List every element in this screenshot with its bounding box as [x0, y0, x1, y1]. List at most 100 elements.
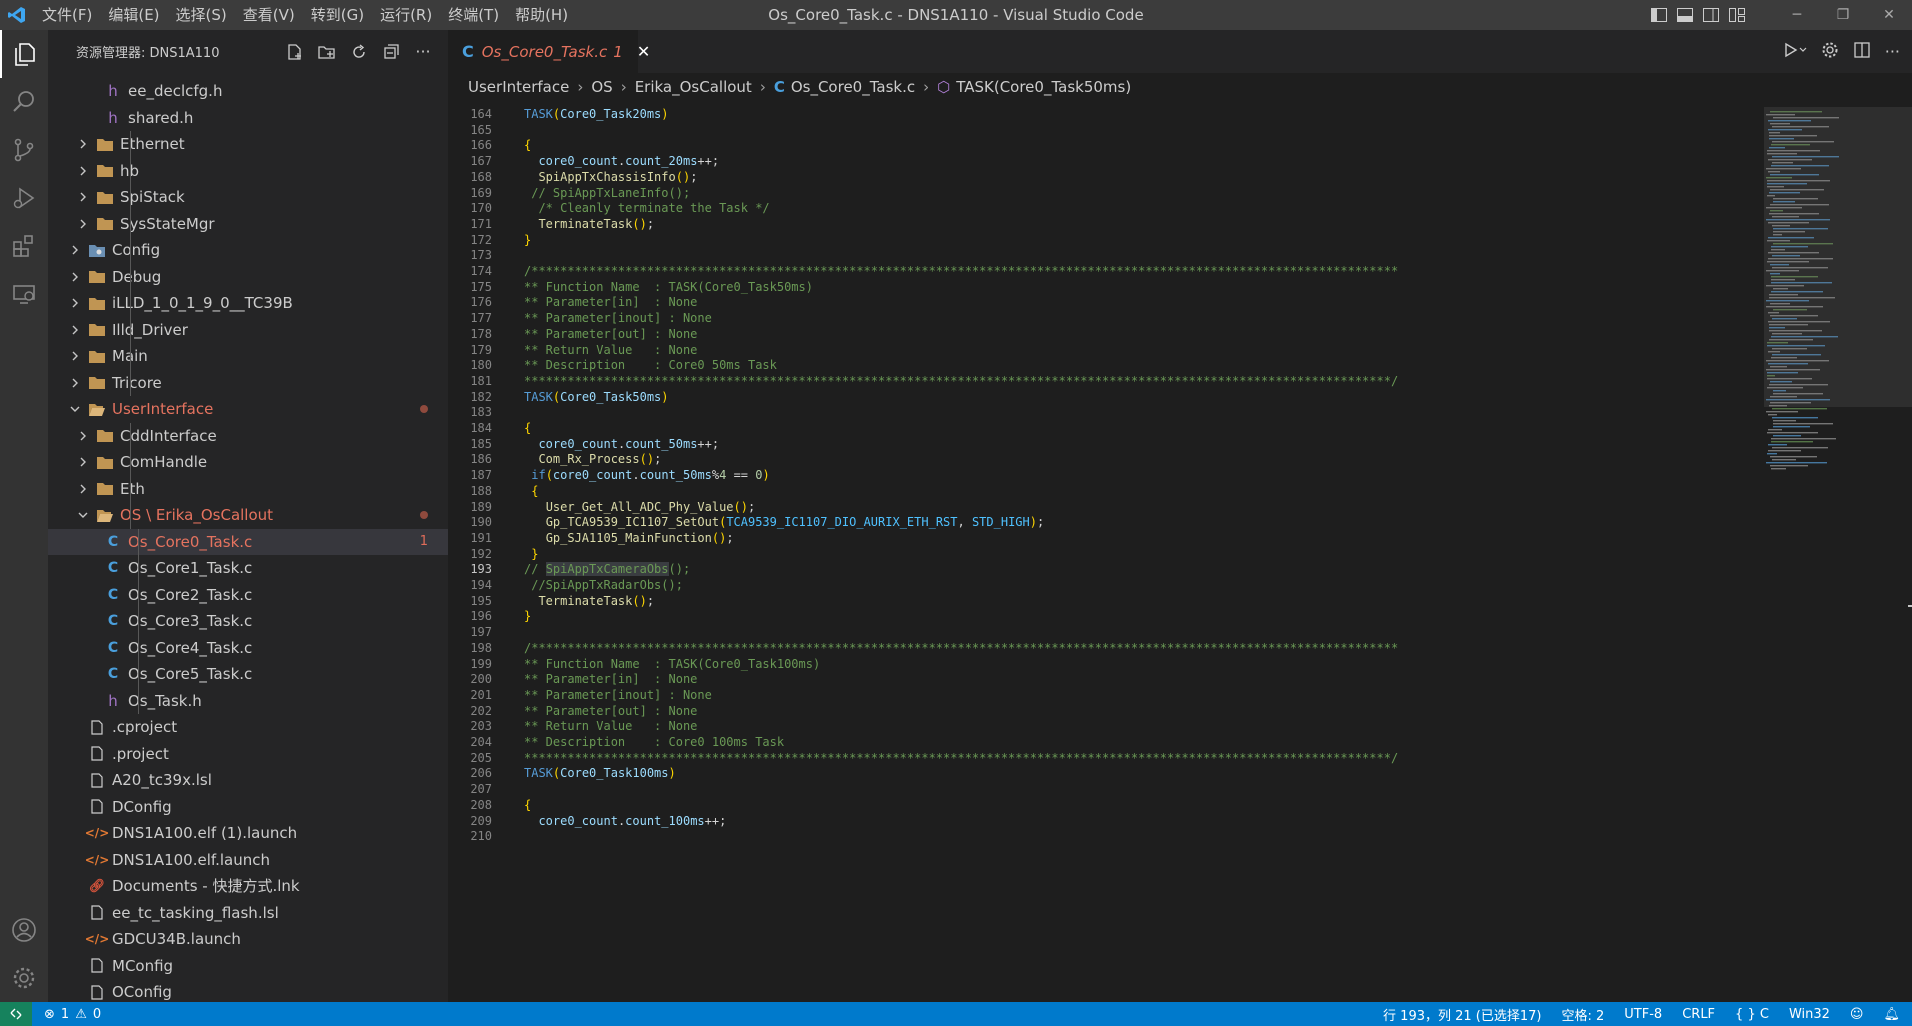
tree-item[interactable]: Illd_Driver	[48, 317, 448, 344]
code-line[interactable]: 167 core0_count.count_20ms++;	[448, 154, 1764, 170]
menu-run[interactable]: 运行(R)	[372, 0, 440, 30]
chevron-right-icon[interactable]	[76, 137, 90, 151]
code-line[interactable]: 169 // SpiAppTxLaneInfo();	[448, 186, 1764, 202]
code-line[interactable]: 168 SpiAppTxChassisInfo();	[448, 170, 1764, 186]
chevron-right-icon[interactable]	[68, 296, 82, 310]
code-line[interactable]: 202 ** Parameter[out] : None	[448, 704, 1764, 720]
tree-item[interactable]: .project	[48, 741, 448, 768]
account-icon[interactable]	[0, 906, 48, 954]
code-line[interactable]: 173	[448, 248, 1764, 264]
code-line[interactable]: 183	[448, 405, 1764, 421]
code-line[interactable]: 201 ** Parameter[inout] : None	[448, 688, 1764, 704]
code-line[interactable]: 185 core0_count.count_50ms++;	[448, 437, 1764, 453]
toggle-primary-sidebar-icon[interactable]	[1646, 0, 1672, 30]
tree-item[interactable]: C Os_Core3_Task.c	[48, 608, 448, 635]
code-line[interactable]: 203 ** Return Value : None	[448, 719, 1764, 735]
code-line[interactable]: 190 Gp_TCA9539_IC1107_SetOut(TCA9539_IC1…	[448, 515, 1764, 531]
menu-edit[interactable]: 编辑(E)	[100, 0, 167, 30]
code-line[interactable]: 205 *************************************…	[448, 751, 1764, 767]
minimize-icon[interactable]: ─	[1774, 0, 1820, 30]
tree-item[interactable]: .cproject	[48, 714, 448, 741]
tree-item[interactable]: CddInterface	[48, 423, 448, 450]
tree-item[interactable]: hb	[48, 158, 448, 185]
menu-go[interactable]: 转到(G)	[303, 0, 372, 30]
encoding[interactable]: UTF-8	[1624, 1007, 1662, 1022]
toggle-secondary-sidebar-icon[interactable]	[1698, 0, 1724, 30]
chevron-right-icon[interactable]	[76, 482, 90, 496]
code-line[interactable]: 170 /* Cleanly terminate the Task */	[448, 201, 1764, 217]
code-line[interactable]: 164 TASK(Core0_Task20ms)	[448, 107, 1764, 123]
chevron-right-icon[interactable]	[68, 243, 82, 257]
warning-icon[interactable]: ⚠	[75, 1007, 87, 1022]
close-tab-icon[interactable]: ✕	[637, 42, 650, 61]
language-mode[interactable]: { } C	[1735, 1007, 1769, 1022]
customize-layout-icon[interactable]	[1724, 0, 1750, 30]
tree-item[interactable]: DConfig	[48, 794, 448, 821]
explorer-icon[interactable]	[0, 30, 48, 78]
error-icon[interactable]: ⊗	[44, 1007, 55, 1022]
code-line[interactable]: 193 // SpiAppTxCameraObs();	[448, 562, 1764, 578]
chevron-right-icon[interactable]	[68, 323, 82, 337]
error-count[interactable]: 1	[61, 1007, 69, 1022]
tree-item[interactable]: Eth	[48, 476, 448, 503]
code-line[interactable]: 176 ** Parameter[in] : None	[448, 295, 1764, 311]
breadcrumb-symbol[interactable]: TASK(Core0_Task50ms)	[956, 78, 1131, 96]
warning-count[interactable]: 0	[93, 1007, 101, 1022]
refresh-icon[interactable]	[348, 41, 370, 63]
chevron-right-icon[interactable]	[76, 190, 90, 204]
breadcrumb-file[interactable]: Os_Core0_Task.c	[791, 78, 915, 96]
code-line[interactable]: 165	[448, 123, 1764, 139]
code-line[interactable]: 210	[448, 829, 1764, 845]
code-line[interactable]: 187 if(core0_count.count_50ms%4 == 0)	[448, 468, 1764, 484]
feedback-icon[interactable]: ☺	[1850, 1007, 1864, 1022]
chevron-down-icon[interactable]	[76, 508, 90, 522]
code-line[interactable]: 180 ** Description : Core0 50ms Task	[448, 358, 1764, 374]
menu-selection[interactable]: 选择(S)	[168, 0, 235, 30]
code-line[interactable]: 166 {	[448, 138, 1764, 154]
chevron-right-icon[interactable]	[76, 164, 90, 178]
tree-item[interactable]: Ethernet	[48, 131, 448, 158]
chevron-right-icon[interactable]	[68, 349, 82, 363]
code-line[interactable]: 172}	[448, 233, 1764, 249]
tree-item[interactable]: h Os_Task.h	[48, 688, 448, 715]
code-line[interactable]: 208 {	[448, 798, 1764, 814]
tree-item[interactable]: UserInterface	[48, 396, 448, 423]
menu-file[interactable]: 文件(F)	[34, 0, 100, 30]
run-code-icon[interactable]	[1783, 41, 1807, 63]
code-line[interactable]: 186 Com_Rx_Process();	[448, 452, 1764, 468]
tree-item[interactable]: Tricore	[48, 370, 448, 397]
tree-item[interactable]: Main	[48, 343, 448, 370]
code-line[interactable]: 195 TerminateTask();	[448, 594, 1764, 610]
close-window-icon[interactable]: ✕	[1866, 0, 1912, 30]
code-line[interactable]: 196}	[448, 609, 1764, 625]
breadcrumb-item[interactable]: UserInterface	[468, 78, 569, 96]
tree-item[interactable]: iLLD_1_0_1_9_0__TC39B	[48, 290, 448, 317]
code-line[interactable]: 204 ** Description : Core0 100ms Task	[448, 735, 1764, 751]
cursor-position[interactable]: 行 193，列 21 (已选择17)	[1383, 1005, 1541, 1024]
tree-item[interactable]: </> GDCU34B.launch	[48, 926, 448, 953]
editor-more-actions-icon[interactable]: ···	[1885, 42, 1900, 61]
code-line[interactable]: 206 TASK(Core0_Task100ms)	[448, 766, 1764, 782]
collapse-all-icon[interactable]	[380, 41, 402, 63]
tab-os-core0-task[interactable]: C Os_Core0_Task.c 1 ✕	[448, 30, 650, 73]
code-line[interactable]: 194 //SpiAppTxRadarObs();	[448, 578, 1764, 594]
code-line[interactable]: 189 User_Get_All_ADC_Phy_Value();	[448, 500, 1764, 516]
menu-help[interactable]: 帮助(H)	[507, 0, 576, 30]
run-debug-icon[interactable]	[0, 174, 48, 222]
chevron-down-icon[interactable]	[68, 402, 82, 416]
tree-item[interactable]: </> DNS1A100.elf (1).launch	[48, 820, 448, 847]
chevron-right-icon[interactable]	[76, 429, 90, 443]
tree-item[interactable]: SysStateMgr	[48, 211, 448, 238]
menu-terminal[interactable]: 终端(T)	[440, 0, 507, 30]
minimap[interactable]	[1764, 107, 1912, 1002]
tree-item[interactable]: MConfig	[48, 953, 448, 980]
tree-item[interactable]: C Os_Core0_Task.c 1	[48, 528, 448, 555]
tree-item[interactable]: A20_tc39x.lsl	[48, 767, 448, 794]
code-line[interactable]: 207	[448, 782, 1764, 798]
notifications-bell-icon[interactable]: 🔔︎	[1883, 1007, 1900, 1022]
chevron-right-icon[interactable]	[76, 217, 90, 231]
tree-item[interactable]: OS \ Erika_OsCallout	[48, 502, 448, 529]
search-icon[interactable]	[0, 78, 48, 126]
code-line[interactable]: 197	[448, 625, 1764, 641]
code-line[interactable]: 199 ** Function Name : TASK(Core0_Task100…	[448, 657, 1764, 673]
